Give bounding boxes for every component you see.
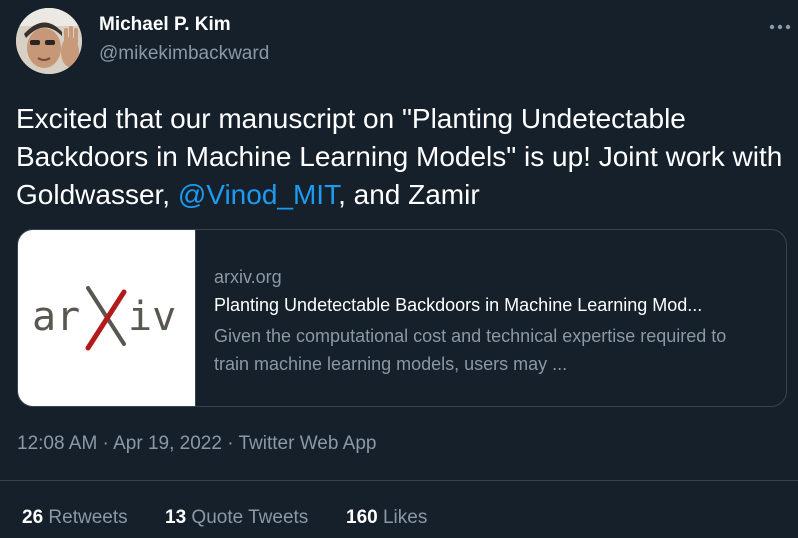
quote-tweets-label: Quote Tweets <box>186 507 309 528</box>
retweets-label: Retweets <box>43 507 128 528</box>
author-handle[interactable]: @mikekimbackward <box>99 43 269 65</box>
tweet-time[interactable]: 12:08 AM <box>17 433 97 454</box>
retweets-count: 26 <box>22 507 44 528</box>
quote-tweets-count: 13 <box>165 507 187 528</box>
arxiv-logo: ar X iv <box>32 286 176 351</box>
more-horizontal-icon[interactable] <box>768 18 792 30</box>
engagement-stats: 26 Retweets 13 Quote Tweets 160 Likes <box>0 480 798 538</box>
link-card[interactable]: ar X iv arxiv.org Planting Undetectable … <box>17 229 787 407</box>
logo-text-left: ar <box>32 294 80 340</box>
avatar[interactable] <box>16 8 82 74</box>
likes-stat[interactable]: 160 Likes <box>346 507 427 529</box>
retweets-stat[interactable]: 26 Retweets <box>22 507 128 529</box>
mention-link[interactable]: @Vinod_MIT <box>178 179 338 210</box>
meta-separator: · <box>97 433 114 454</box>
author-name[interactable]: Michael P. Kim <box>99 14 231 36</box>
tweet-source[interactable]: Twitter Web App <box>238 433 376 454</box>
quote-tweets-stat[interactable]: 13 Quote Tweets <box>165 507 308 529</box>
card-image: ar X iv <box>18 230 196 406</box>
likes-label: Likes <box>377 507 428 528</box>
tweet-text-end: , and Zamir <box>338 179 480 210</box>
avatar-photo <box>16 8 82 74</box>
card-domain: arxiv.org <box>214 267 282 287</box>
card-description: Given the computational cost and technic… <box>214 326 727 374</box>
likes-count: 160 <box>346 507 378 528</box>
tweet-date[interactable]: Apr 19, 2022 <box>113 433 222 454</box>
tweet-meta: 12:08 AM · Apr 19, 2022 · Twitter Web Ap… <box>17 433 376 455</box>
logo-text-right: iv <box>128 294 176 340</box>
meta-separator: · <box>221 433 239 454</box>
card-title: Planting Undetectable Backdoors in Machi… <box>214 295 703 315</box>
tweet: Michael P. Kim @mikekimbackward Excited … <box>0 0 798 537</box>
tweet-text: Excited that our manuscript on "Planting… <box>16 100 791 214</box>
